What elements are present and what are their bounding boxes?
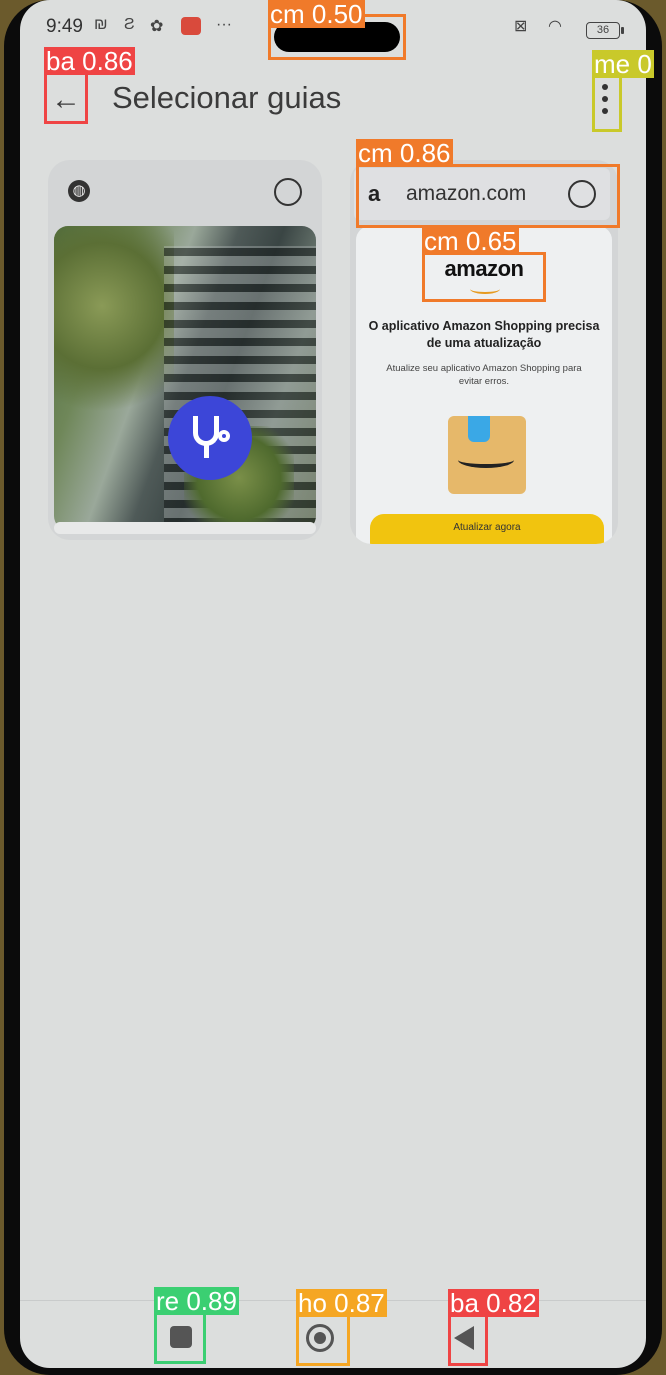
detection-label: cm 0.65 — [422, 226, 519, 256]
detection-box — [592, 72, 622, 132]
amazon-box-icon — [448, 416, 526, 494]
detection-box — [422, 252, 546, 302]
nfc-icon: ₪ — [94, 16, 108, 33]
detection-label: ba 0.82 — [448, 1288, 539, 1318]
stethoscope-chestpiece — [218, 430, 230, 442]
tab-thumbnail — [54, 226, 316, 530]
detection-box — [448, 1314, 488, 1366]
tab-card[interactable]: ◍ — [48, 160, 322, 540]
detection-box — [296, 1314, 350, 1366]
detection-label: cm 0.50 — [268, 0, 365, 29]
update-subtext: Atualize seu aplicativo Amazon Shopping … — [386, 363, 582, 387]
settings-icon: ✿ — [150, 18, 164, 35]
detection-box — [154, 1312, 206, 1364]
thumbnail-footer — [54, 522, 316, 534]
globe-icon: ◍ — [68, 180, 90, 202]
mail-icon — [181, 17, 201, 35]
wifi-icon: ◠ — [548, 18, 562, 35]
detection-box — [356, 164, 620, 228]
box-smile — [458, 452, 514, 468]
no-sim-icon: ⊠ — [514, 18, 528, 35]
detection-label: ba 0.86 — [44, 46, 135, 76]
update-message: O aplicativo Amazon Shopping precisa de … — [368, 319, 600, 350]
s-app-icon: Ƨ — [124, 16, 135, 33]
update-now-button: Atualizar agora — [370, 514, 604, 544]
detection-label: me 0 — [592, 49, 654, 79]
more-icon: ··· — [216, 16, 232, 33]
detection-label: re 0.89 — [154, 1286, 239, 1316]
detection-box — [44, 72, 88, 124]
box-tape — [468, 416, 490, 442]
status-time: 9:49 — [46, 16, 83, 37]
foliage — [54, 226, 174, 426]
stethoscope-icon — [193, 416, 219, 446]
tab-card-header: ◍ — [48, 160, 322, 224]
stethoscope-tube — [204, 444, 209, 458]
detection-label: ho 0.87 — [296, 1288, 387, 1318]
battery-icon: 36 — [586, 22, 624, 39]
health-app-icon — [168, 396, 252, 480]
detection-label: cm 0.86 — [356, 138, 453, 168]
select-tab-radio[interactable] — [274, 178, 302, 206]
page-title: Selecionar guias — [112, 80, 342, 115]
